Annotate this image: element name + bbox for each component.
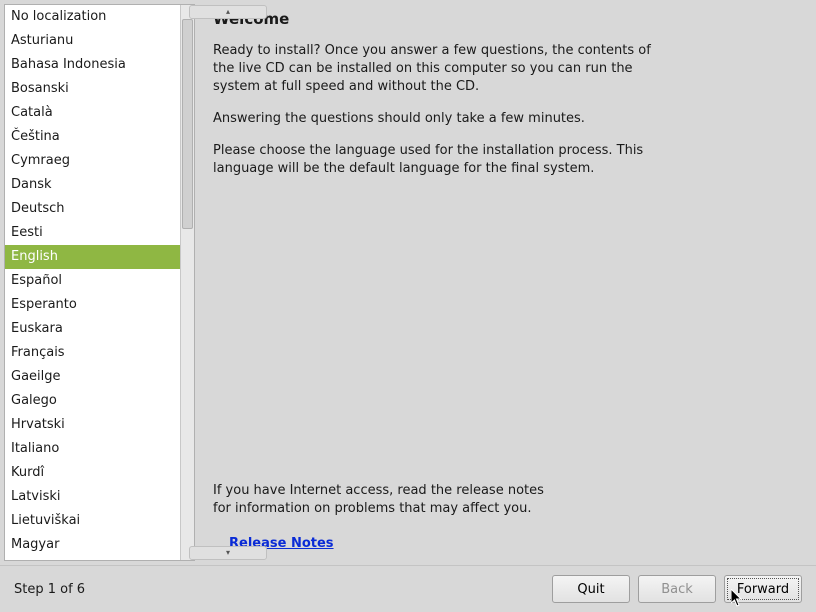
release-notes-link[interactable]: Release Notes bbox=[229, 536, 798, 551]
language-item[interactable]: Català bbox=[5, 101, 180, 125]
scroll-up-button[interactable]: ▴ bbox=[189, 5, 267, 19]
language-item[interactable]: English bbox=[5, 245, 180, 269]
main-column: Welcome Ready to install? Once you answe… bbox=[195, 0, 816, 565]
footer-para: If you have Internet access, read the re… bbox=[213, 482, 553, 518]
language-item[interactable]: Italiano bbox=[5, 437, 180, 461]
language-item[interactable]: Cymraeg bbox=[5, 149, 180, 173]
language-item[interactable]: Français bbox=[5, 341, 180, 365]
language-scrollbar[interactable]: ▴ ▾ bbox=[180, 5, 194, 560]
language-item[interactable]: Gaeilge bbox=[5, 365, 180, 389]
step-label: Step 1 of 6 bbox=[14, 582, 85, 597]
language-item[interactable]: Kurdî bbox=[5, 461, 180, 485]
language-item[interactable]: Lietuviškai bbox=[5, 509, 180, 533]
quit-button[interactable]: Quit bbox=[552, 575, 630, 603]
intro-para-2: Answering the questions should only take… bbox=[213, 110, 653, 128]
language-listbox[interactable]: No localizationAsturianuBahasa Indonesia… bbox=[5, 5, 180, 560]
footer-bar: Step 1 of 6 Quit Back Forward bbox=[0, 566, 816, 612]
language-item[interactable]: Deutsch bbox=[5, 197, 180, 221]
intro-para-3: Please choose the language used for the … bbox=[213, 142, 653, 178]
language-listbox-wrap: No localizationAsturianuBahasa Indonesia… bbox=[4, 4, 195, 561]
language-item[interactable]: Galego bbox=[5, 389, 180, 413]
content-row: No localizationAsturianuBahasa Indonesia… bbox=[0, 0, 816, 565]
language-item[interactable]: Asturianu bbox=[5, 29, 180, 53]
language-item[interactable]: No localization bbox=[5, 5, 180, 29]
scroll-down-button[interactable]: ▾ bbox=[189, 546, 267, 560]
back-button[interactable]: Back bbox=[638, 575, 716, 603]
page-title: Welcome bbox=[213, 10, 798, 28]
language-item[interactable]: Nederlands bbox=[5, 557, 180, 560]
language-item[interactable]: Bosanski bbox=[5, 77, 180, 101]
installer-window: No localizationAsturianuBahasa Indonesia… bbox=[0, 0, 816, 612]
language-item[interactable]: Esperanto bbox=[5, 293, 180, 317]
language-item[interactable]: Magyar bbox=[5, 533, 180, 557]
forward-button[interactable]: Forward bbox=[724, 575, 802, 603]
language-item[interactable]: Eesti bbox=[5, 221, 180, 245]
scroll-thumb[interactable] bbox=[182, 19, 193, 229]
language-item[interactable]: Bahasa Indonesia bbox=[5, 53, 180, 77]
language-item[interactable]: Español bbox=[5, 269, 180, 293]
language-column: No localizationAsturianuBahasa Indonesia… bbox=[0, 0, 195, 565]
language-item[interactable]: Čeština bbox=[5, 125, 180, 149]
language-item[interactable]: Dansk bbox=[5, 173, 180, 197]
intro-para-1: Ready to install? Once you answer a few … bbox=[213, 42, 653, 96]
language-item[interactable]: Euskara bbox=[5, 317, 180, 341]
language-item[interactable]: Latviski bbox=[5, 485, 180, 509]
spacer bbox=[213, 192, 798, 482]
language-item[interactable]: Hrvatski bbox=[5, 413, 180, 437]
